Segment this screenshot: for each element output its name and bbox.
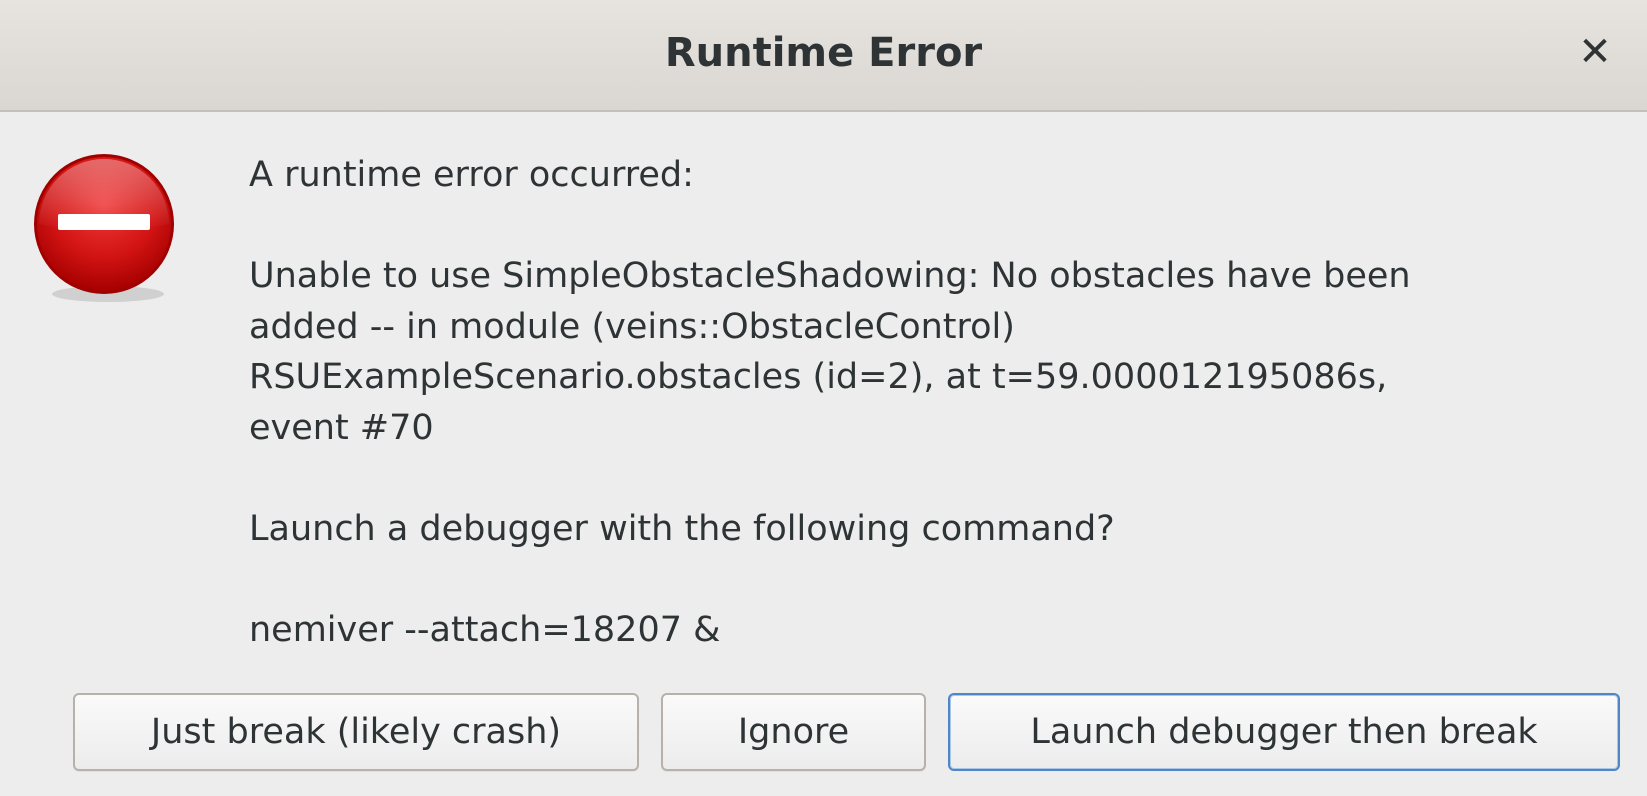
error-detail-line: event #70	[249, 407, 434, 448]
debugger-question: Launch a debugger with the following com…	[249, 508, 1115, 549]
just-break-button[interactable]: Just break (likely crash)	[73, 693, 639, 771]
dialog-error-icon	[34, 154, 174, 302]
close-icon[interactable]: ✕	[1573, 29, 1617, 75]
error-detail-line: added -- in module (veins::ObstacleContr…	[249, 306, 1015, 347]
debugger-command: nemiver --attach=18207 &	[249, 609, 721, 650]
error-detail-line: Unable to use SimpleObstacleShadowing: N…	[249, 256, 1411, 296]
runtime-error-dialog: Runtime Error ✕ A runtime error occurred…	[0, 0, 1647, 796]
error-detail-line: RSUExampleScenario.obstacles (id=2), at …	[249, 357, 1388, 397]
ignore-button[interactable]: Ignore	[661, 693, 926, 771]
launch-debugger-button[interactable]: Launch debugger then break	[948, 693, 1620, 771]
titlebar[interactable]: Runtime Error ✕	[0, 0, 1647, 112]
error-message: A runtime error occurred: Unable to use …	[249, 150, 1619, 655]
dialog-title: Runtime Error	[664, 30, 983, 76]
message-intro: A runtime error occurred:	[249, 155, 694, 195]
